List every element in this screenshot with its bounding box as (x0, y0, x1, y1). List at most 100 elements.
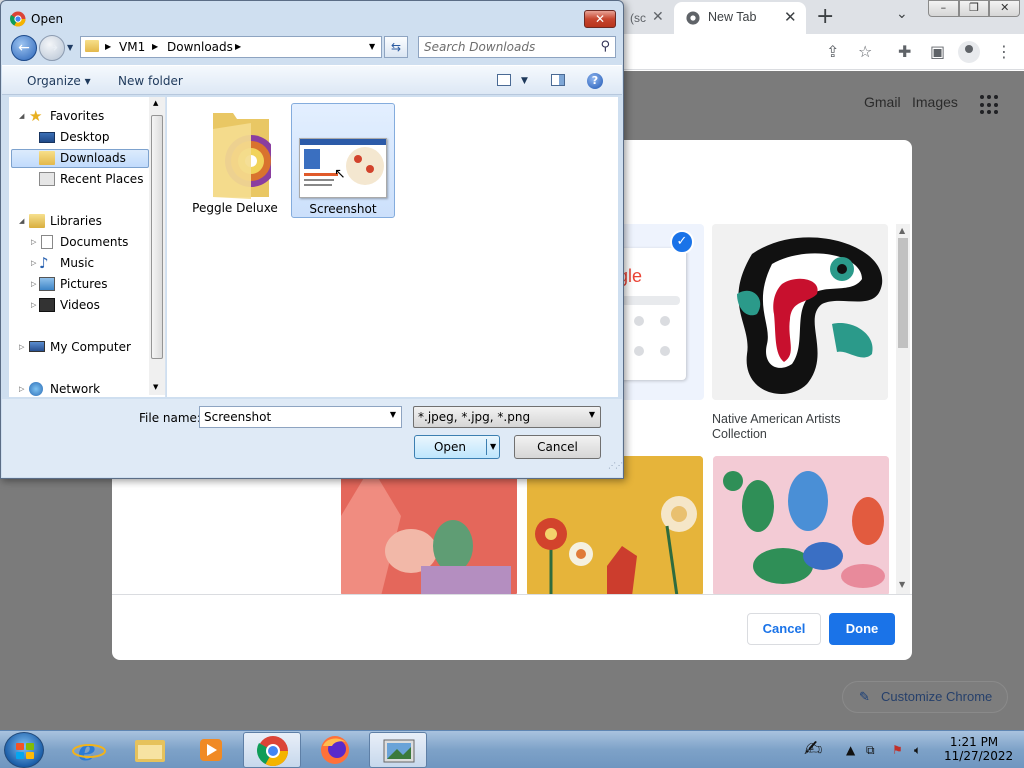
haida-art-image (712, 224, 888, 400)
videos-icon (39, 298, 55, 312)
close-window-button[interactable]: ✕ (989, 0, 1021, 17)
taskbar-photo-viewer[interactable] (369, 732, 427, 768)
recent-places-icon (39, 172, 55, 186)
customize-cancel-button[interactable]: Cancel (747, 613, 821, 645)
downloads-folder-icon (39, 151, 55, 165)
show-hidden-icons-arrow[interactable]: ▲ (846, 743, 855, 757)
side-panel-icon[interactable]: ▣ (930, 42, 945, 61)
minimize-button[interactable]: – (928, 0, 959, 17)
scroll-up-icon[interactable]: ▲ (899, 226, 905, 235)
search-icon[interactable]: ⚲ (600, 39, 610, 54)
view-dropdown-icon[interactable]: ▼ (521, 76, 528, 86)
action-center-pen-icon[interactable]: ✍ (804, 737, 822, 762)
file-name-input[interactable]: Screenshot ▼ (199, 406, 402, 428)
expand-arrow-icon[interactable]: ◢ (19, 112, 24, 120)
breadcrumb-vm1[interactable]: VM1 (119, 37, 145, 57)
firefox-icon (321, 736, 349, 764)
taskbar-media-player[interactable] (182, 732, 240, 768)
refresh-button[interactable]: ⇆ (384, 36, 408, 58)
forward-button[interactable]: → (39, 35, 65, 61)
gmail-link[interactable]: Gmail (864, 94, 901, 110)
selected-check-icon: ✓ (670, 230, 694, 254)
address-dropdown-icon[interactable]: ▼ (369, 37, 375, 57)
chrome-icon (686, 11, 700, 25)
scroll-up-icon[interactable]: ▲ (153, 99, 158, 107)
search-input[interactable]: Search Downloads ⚲ (418, 36, 616, 58)
chevron-down-icon[interactable]: ▼ (589, 410, 595, 419)
music-icon: ♪ (39, 254, 49, 272)
collapse-arrow-icon[interactable]: ▷ (31, 301, 36, 309)
extensions-icon[interactable]: ✚ (898, 42, 911, 61)
dialog-scrollbar[interactable]: ▲ ▼ (896, 224, 910, 594)
dialog-close-button[interactable]: ✕ (584, 10, 616, 28)
chevron-right-icon[interactable]: ▶ (235, 37, 241, 57)
share-icon[interactable]: ⇪ (826, 42, 839, 61)
scroll-down-icon[interactable]: ▼ (153, 383, 158, 391)
tab-new-tab[interactable]: New Tab ✕ (674, 2, 806, 34)
open-dropdown-icon[interactable]: ▼ (490, 436, 496, 458)
scroll-down-icon[interactable]: ▼ (899, 580, 905, 589)
collapse-arrow-icon[interactable]: ▷ (31, 280, 36, 288)
breadcrumb-downloads[interactable]: Downloads (167, 37, 233, 57)
dialog-cancel-button[interactable]: Cancel (514, 435, 601, 459)
bookmark-star-icon[interactable]: ☆ (858, 42, 872, 61)
recent-locations-dropdown[interactable]: ▼ (67, 43, 73, 52)
tile-art-3[interactable] (713, 456, 889, 594)
new-folder-button[interactable]: New folder (118, 74, 183, 88)
images-link[interactable]: Images (912, 94, 958, 110)
scroll-thumb[interactable] (898, 238, 908, 348)
navigation-pane: ◢ ★ Favorites Desktop Downloads Recent P… (9, 97, 166, 397)
collapse-arrow-icon[interactable]: ▷ (31, 259, 36, 267)
file-type-filter[interactable]: *.jpeg, *.jpg, *.png ▼ (413, 406, 601, 428)
customize-chrome-label: Customize Chrome (881, 689, 993, 704)
tile-native-american-art[interactable] (712, 224, 888, 400)
chevron-right-icon[interactable]: ▶ (152, 37, 158, 57)
clock[interactable]: 1:21 PM 11/27/2022 (944, 735, 1014, 763)
volume-icon[interactable]: 🔈︎ (914, 743, 921, 758)
back-button[interactable]: ← (11, 35, 37, 61)
open-button[interactable]: Open ▼ (414, 435, 500, 459)
close-icon[interactable]: ✕ (652, 8, 664, 25)
apps-grid-icon[interactable] (980, 95, 1000, 115)
organize-button[interactable]: Organize ▾ (27, 74, 91, 88)
photo-viewer-icon (383, 739, 415, 763)
file-item-peggle-deluxe[interactable]: Peggle Deluxe (183, 103, 287, 218)
menu-kebab-icon[interactable]: ⋮ (996, 42, 1012, 61)
preview-pane-icon[interactable] (551, 74, 565, 86)
collapse-arrow-icon[interactable]: ▷ (19, 343, 24, 351)
customize-done-button[interactable]: Done (829, 613, 895, 645)
address-bar[interactable]: ▶ VM1 ▶ Downloads ▶ ▼ (80, 36, 382, 58)
tab-search-icon[interactable]: ⌄ (896, 6, 908, 22)
chevron-right-icon[interactable]: ▶ (105, 37, 111, 57)
help-icon[interactable]: ? (587, 73, 603, 89)
taskbar-firefox[interactable] (306, 732, 364, 768)
taskbar-internet-explorer[interactable]: e (60, 732, 118, 768)
tab-title: New Tab (708, 10, 757, 24)
chevron-down-icon[interactable]: ▼ (390, 410, 396, 419)
start-button[interactable] (4, 732, 44, 768)
taskbar-chrome[interactable] (243, 732, 301, 768)
new-tab-button[interactable]: + (816, 4, 834, 29)
collapse-arrow-icon[interactable]: ▷ (31, 238, 36, 246)
profile-avatar[interactable] (958, 41, 980, 63)
chrome-icon (257, 736, 288, 767)
action-center-flag-icon[interactable]: ⚑ (892, 743, 903, 757)
expand-arrow-icon[interactable]: ◢ (19, 217, 24, 225)
resize-grip-icon[interactable]: ⋰⋰ (608, 461, 623, 470)
customize-chrome-button[interactable]: ✎ Customize Chrome (842, 681, 1008, 713)
file-item-screenshot[interactable]: ↖ Screenshot (291, 103, 395, 218)
file-name-label: Screenshot (309, 202, 377, 216)
command-bar: Organize ▾ New folder ▼ ? (2, 65, 622, 95)
network-tray-icon[interactable]: ⧉ (866, 743, 875, 758)
change-view-icon[interactable] (497, 74, 511, 86)
clock-date: 11/27/2022 (944, 749, 1014, 763)
navigation-scrollbar[interactable]: ▲ ▼ (149, 97, 165, 395)
close-tab-icon[interactable]: ✕ (784, 8, 797, 26)
restore-button[interactable]: ❐ (958, 0, 990, 17)
scroll-thumb[interactable] (151, 115, 163, 359)
tab-partial[interactable]: (sc ✕ (624, 2, 674, 32)
collapse-arrow-icon[interactable]: ▷ (19, 385, 24, 393)
open-label: Open (433, 440, 467, 454)
taskbar-explorer[interactable] (121, 732, 179, 768)
pencil-icon: ✎ (859, 689, 870, 704)
